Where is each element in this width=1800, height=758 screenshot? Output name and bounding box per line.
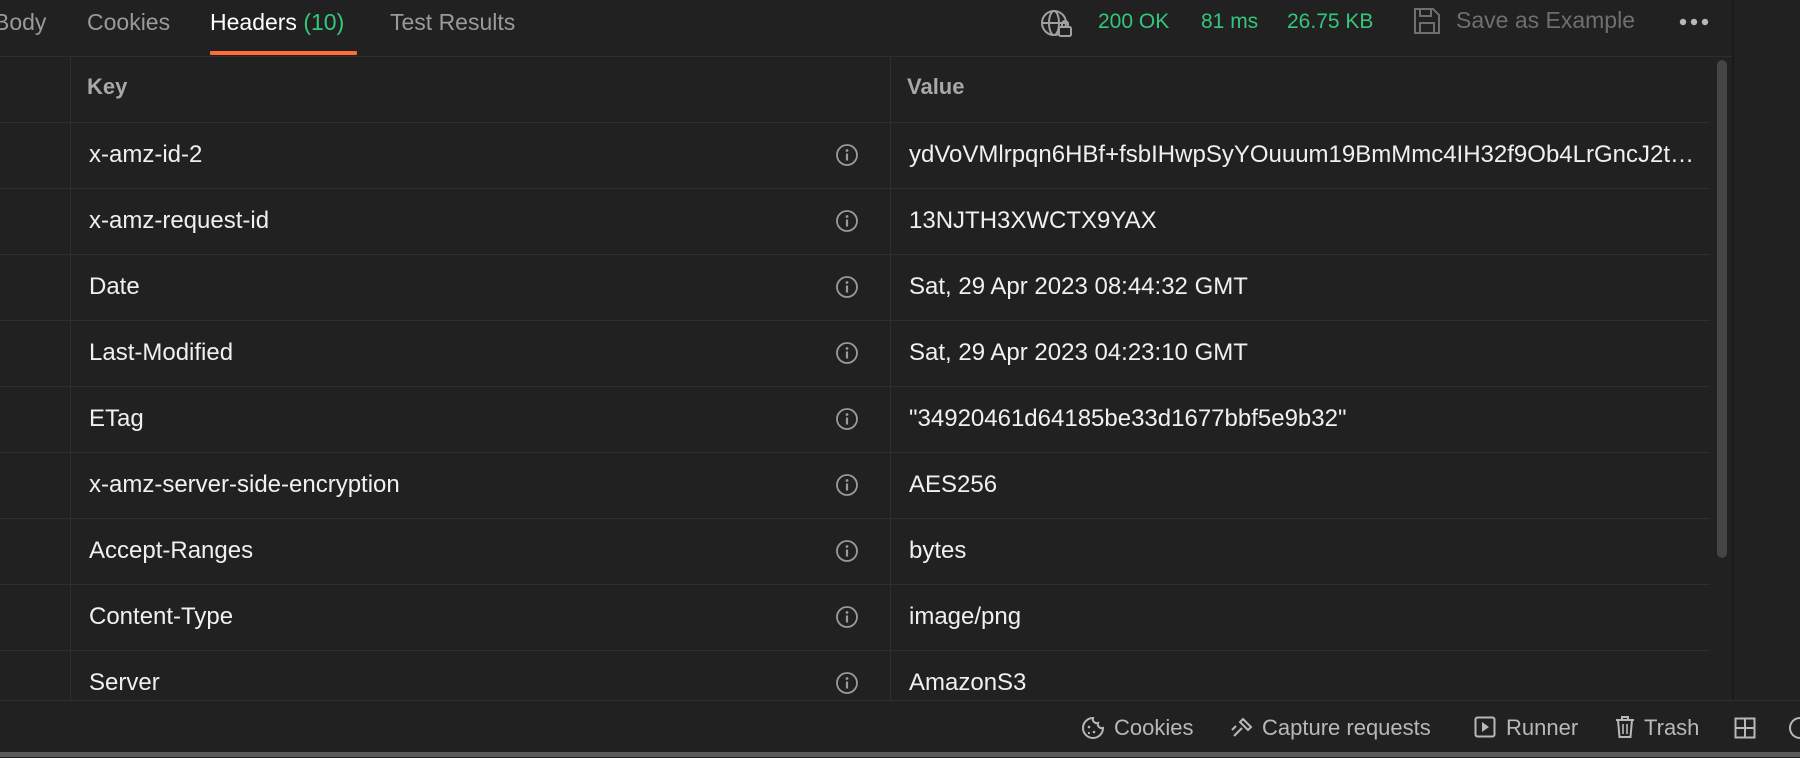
table-row: x-amz-id-2 ydVoVMlrpqn6HBf+fsbIHwpSyYOuuu…: [0, 122, 1710, 189]
key-cell[interactable]: x-amz-id-2: [70, 122, 891, 188]
response-tab-bar: Body Cookies Headers (10) Test Results 2…: [0, 0, 1732, 57]
key-header-label: Key: [87, 74, 128, 99]
tab-headers[interactable]: Headers (10): [210, 9, 344, 35]
header-key[interactable]: Date: [89, 274, 140, 300]
table-row: Date Sat, 29 Apr 2023 08:44:32 GMT: [0, 254, 1710, 321]
header-key[interactable]: ETag: [89, 406, 144, 432]
tab-body[interactable]: Body: [0, 9, 46, 35]
value-column-header: Value: [890, 56, 1710, 122]
key-cell[interactable]: Last-Modified: [70, 320, 891, 386]
save-as-example-button[interactable]: Save as Example: [1456, 7, 1635, 33]
header-value[interactable]: ydVoVMlrpqn6HBf+fsbIHwpSyYOuuum19BmMmc4I…: [909, 142, 1701, 168]
info-icon[interactable]: [835, 341, 859, 365]
tab-headers-count: (10): [303, 9, 345, 35]
value-cell[interactable]: AES256: [890, 452, 1710, 518]
header-value[interactable]: Sat, 29 Apr 2023 04:23:10 GMT: [909, 340, 1701, 366]
runner-icon: [1474, 716, 1496, 738]
tab-cookies[interactable]: Cookies: [87, 9, 170, 35]
scrollbar-thumb[interactable]: [1717, 60, 1727, 558]
panel-divider: [1732, 0, 1734, 700]
active-tab-indicator: [210, 51, 357, 55]
header-key[interactable]: x-amz-server-side-encryption: [89, 472, 400, 498]
info-icon[interactable]: [835, 275, 859, 299]
info-icon[interactable]: [835, 605, 859, 629]
headers-table: Key Value x-amz-id-2 ydVoVMlrpqn6HBf+fsbI…: [0, 56, 1710, 700]
header-key[interactable]: x-amz-request-id: [89, 208, 269, 234]
response-time[interactable]: 81 ms: [1201, 9, 1258, 35]
value-cell[interactable]: Sat, 29 Apr 2023 08:44:32 GMT: [890, 254, 1710, 320]
cookie-icon: [1082, 716, 1105, 739]
table-row: x-amz-server-side-encryption AES256: [0, 452, 1710, 519]
table-row: Last-Modified Sat, 29 Apr 2023 04:23:10 G…: [0, 320, 1710, 387]
value-cell[interactable]: AmazonS3: [890, 650, 1710, 700]
help-icon[interactable]: [1788, 716, 1800, 740]
key-cell[interactable]: ETag: [70, 386, 891, 452]
cookies-button[interactable]: Cookies: [1114, 715, 1193, 741]
table-row: Server AmazonS3: [0, 650, 1710, 700]
header-key[interactable]: Content-Type: [89, 604, 233, 630]
info-icon[interactable]: [835, 473, 859, 497]
key-cell[interactable]: x-amz-request-id: [70, 188, 891, 254]
header-value[interactable]: Sat, 29 Apr 2023 08:44:32 GMT: [909, 274, 1701, 300]
header-key[interactable]: Last-Modified: [89, 340, 233, 366]
value-header-label: Value: [907, 74, 965, 99]
table-row: Content-Type image/png: [0, 584, 1710, 651]
value-cell[interactable]: bytes: [890, 518, 1710, 584]
header-key[interactable]: Accept-Ranges: [89, 538, 253, 564]
key-cell[interactable]: x-amz-server-side-encryption: [70, 452, 891, 518]
table-row: Accept-Ranges bytes: [0, 518, 1710, 585]
capture-requests-button[interactable]: Capture requests: [1262, 715, 1431, 741]
status-bar: Cookies Capture requests Runner Trash: [0, 700, 1800, 758]
key-cell[interactable]: Content-Type: [70, 584, 891, 650]
trash-button[interactable]: Trash: [1644, 715, 1699, 741]
header-value[interactable]: "34920461d64185be33d1677bbf5e9b32": [909, 406, 1701, 432]
layout-icon[interactable]: [1734, 717, 1756, 739]
info-icon[interactable]: [835, 407, 859, 431]
window-bottom-edge: [0, 752, 1800, 757]
value-cell[interactable]: image/png: [890, 584, 1710, 650]
response-size[interactable]: 26.75 KB: [1287, 9, 1373, 35]
info-icon[interactable]: [835, 209, 859, 233]
header-value[interactable]: image/png: [909, 604, 1701, 630]
trash-icon: [1616, 716, 1634, 738]
runner-button[interactable]: Runner: [1506, 715, 1578, 741]
key-cell[interactable]: Server: [70, 650, 891, 700]
table-row: x-amz-request-id 13NJTH3XWCTX9YAX: [0, 188, 1710, 255]
key-column-header: Key: [70, 56, 891, 122]
tab-headers-label: Headers: [210, 9, 297, 35]
value-cell[interactable]: "34920461d64185be33d1677bbf5e9b32": [890, 386, 1710, 452]
value-cell[interactable]: ydVoVMlrpqn6HBf+fsbIHwpSyYOuuum19BmMmc4I…: [890, 122, 1710, 188]
info-icon[interactable]: [835, 143, 859, 167]
save-icon[interactable]: [1412, 6, 1442, 36]
value-cell[interactable]: Sat, 29 Apr 2023 04:23:10 GMT: [890, 320, 1710, 386]
info-icon[interactable]: [835, 671, 859, 695]
status-code[interactable]: 200 OK: [1098, 9, 1169, 35]
value-cell[interactable]: 13NJTH3XWCTX9YAX: [890, 188, 1710, 254]
header-value[interactable]: 13NJTH3XWCTX9YAX: [909, 208, 1701, 234]
header-value[interactable]: AES256: [909, 472, 1701, 498]
info-icon[interactable]: [835, 539, 859, 563]
capture-icon: [1231, 717, 1253, 737]
table-row: ETag "34920461d64185be33d1677bbf5e9b32": [0, 386, 1710, 453]
header-key[interactable]: x-amz-id-2: [89, 142, 202, 168]
key-cell[interactable]: Date: [70, 254, 891, 320]
header-key[interactable]: Server: [89, 670, 160, 696]
header-value[interactable]: bytes: [909, 538, 1701, 564]
key-cell[interactable]: Accept-Ranges: [70, 518, 891, 584]
globe-lock-icon[interactable]: [1040, 8, 1074, 40]
more-icon[interactable]: [1679, 16, 1709, 28]
table-header-row: Key Value: [0, 56, 1710, 123]
tab-test-results[interactable]: Test Results: [390, 9, 515, 35]
header-value[interactable]: AmazonS3: [909, 670, 1701, 696]
